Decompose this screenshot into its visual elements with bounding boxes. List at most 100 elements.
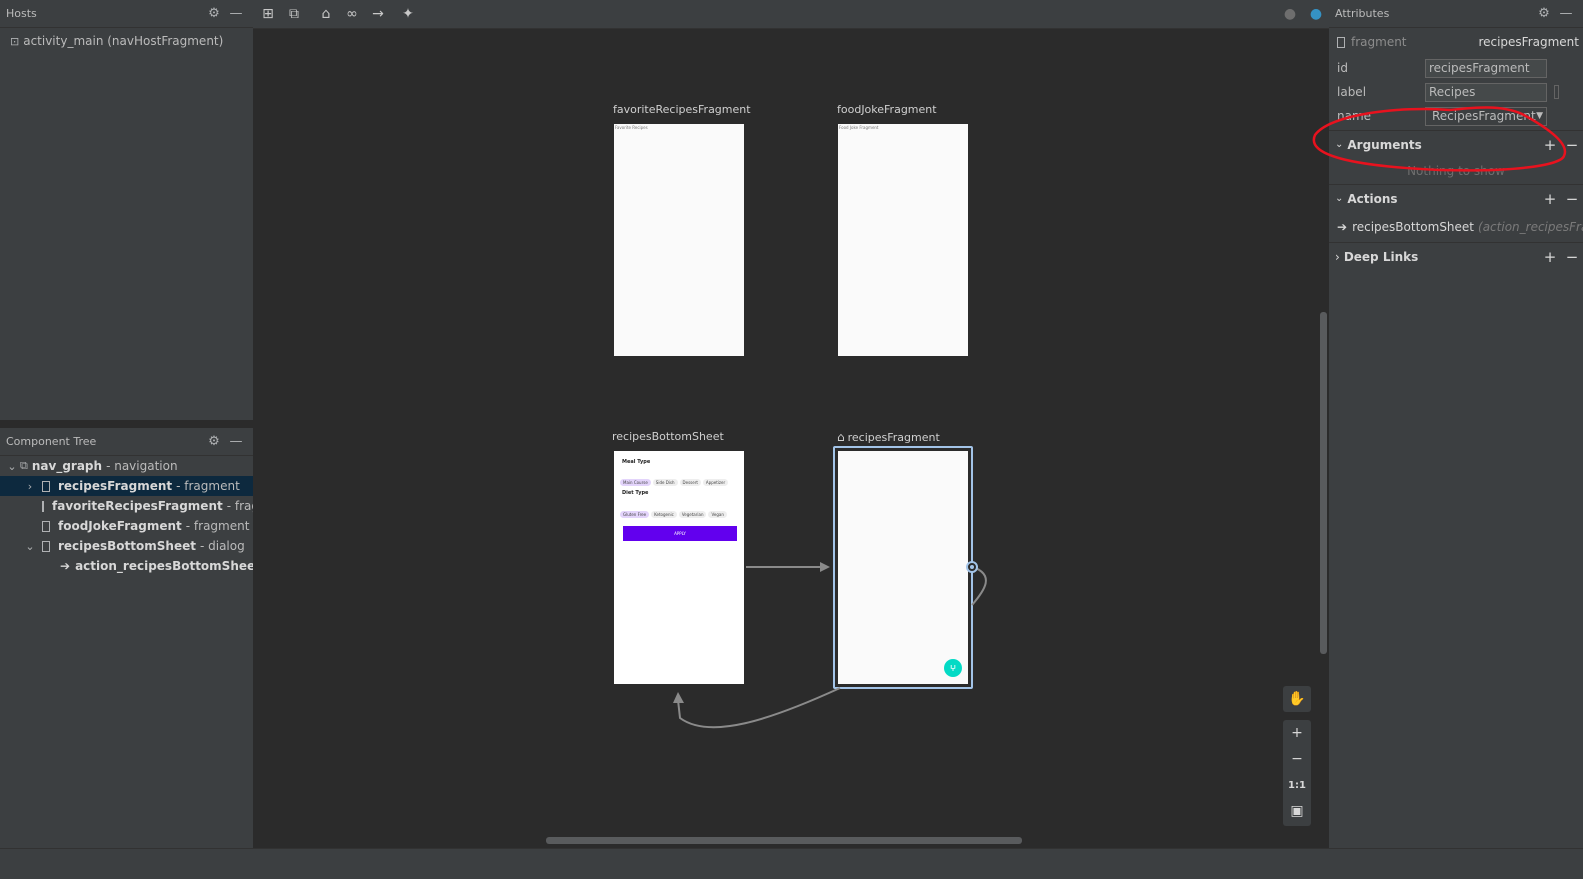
gear-icon[interactable]: ⚙: [1533, 6, 1555, 21]
nav-canvas[interactable]: [253, 29, 1329, 848]
chevron-right-icon[interactable]: ›: [1335, 250, 1340, 264]
label-field[interactable]: Recipes: [1425, 82, 1547, 102]
tree-row-favorite-fragment[interactable]: favoriteRecipesFragment - fragme: [0, 496, 278, 516]
tree-row-name: foodJokeFragment: [58, 519, 182, 533]
home-icon: ⌂: [837, 430, 845, 444]
help-icon[interactable]: ●: [1303, 1, 1329, 27]
tree-row-type: - fragment: [185, 519, 250, 533]
add-argument-button[interactable]: +: [1539, 136, 1561, 154]
name-dropdown[interactable]: RecipesFragment ▼: [1425, 106, 1547, 126]
deep-links-section-header[interactable]: › Deep Links + −: [1329, 242, 1583, 270]
action-id: (action_recipesFrag: [1478, 220, 1583, 234]
chevron-down-icon[interactable]: ⌄: [1335, 139, 1343, 150]
tree-row-type: - dialog: [199, 539, 245, 553]
fragment-icon: [42, 540, 50, 552]
deep-link-icon[interactable]: ∞: [339, 1, 365, 27]
component-type-row: fragment recipesFragment: [1329, 28, 1583, 56]
component-tree-panel: Component Tree ⚙ — ⌄ ⧉ nav_graph - navig…: [0, 428, 287, 848]
horizontal-scrollbar[interactable]: [546, 837, 1022, 844]
minimize-icon[interactable]: —: [1555, 6, 1577, 21]
id-field[interactable]: recipesFragment: [1425, 58, 1547, 78]
chevron-down-icon[interactable]: ⌄: [1335, 193, 1343, 204]
tree-row-foodjoke-fragment[interactable]: foodJokeFragment - fragment: [0, 516, 253, 536]
design-toolbar: ⊞ ⧉ ⌂ ∞ → ✦ ● ●: [253, 0, 1329, 29]
info-icon[interactable]: ●: [1277, 1, 1303, 27]
minimize-icon[interactable]: —: [225, 6, 247, 21]
chip[interactable]: Appetizer: [702, 479, 729, 486]
nav-graph-icon: ⧉: [20, 459, 28, 472]
fit-screen-icon[interactable]: ▣: [1283, 798, 1311, 824]
vertical-scrollbar[interactable]: [1320, 312, 1327, 654]
minimize-icon[interactable]: —: [225, 434, 247, 449]
fragment-icon: [1337, 36, 1345, 48]
tree-row-recipes-bottom-sheet[interactable]: ⌄ recipesBottomSheet - dialog: [0, 536, 253, 556]
tree-row-name: recipesBottomSheet: [58, 539, 196, 553]
actions-section-header[interactable]: ⌄ Actions + −: [1329, 184, 1583, 212]
tree-row-action[interactable]: ➔ action_recipesBottomSheet_to_: [0, 556, 287, 576]
chip[interactable]: Vegetarian: [678, 511, 707, 518]
destination-label: recipesFragment: [847, 430, 940, 444]
action-list-item[interactable]: ➔ recipesBottomSheet (action_recipesFrag: [1329, 212, 1583, 242]
chip[interactable]: Ketogenic: [651, 511, 677, 518]
apply-button-label: APPLY: [674, 531, 686, 536]
hand-icon[interactable]: ✋: [1283, 686, 1311, 712]
diet-chip-group: Gluten Free Ketogenic Vegetarian Vegan: [620, 505, 729, 519]
destination-food-joke[interactable]: Food Joke Fragment: [838, 124, 968, 356]
chip[interactable]: Gluten Free: [620, 511, 650, 518]
gear-icon[interactable]: ⚙: [203, 6, 225, 21]
fab-button[interactable]: ⵖ: [944, 659, 962, 677]
restaurant-icon: ⵖ: [949, 663, 956, 673]
new-destination-icon[interactable]: ⊞: [255, 1, 281, 27]
chevron-down-icon[interactable]: ⌄: [4, 460, 20, 473]
resource-picker-button[interactable]: [1554, 85, 1559, 99]
id-label: id: [1337, 61, 1348, 75]
arguments-section-header[interactable]: ⌄ Arguments + −: [1329, 130, 1583, 158]
gear-icon[interactable]: ⚙: [203, 434, 225, 449]
hosts-header: Hosts ⚙ —: [0, 0, 253, 28]
destination-label: favoriteRecipesFragment: [613, 103, 751, 116]
component-tree-title: Component Tree: [6, 435, 97, 448]
remove-deep-link-button[interactable]: −: [1561, 248, 1583, 266]
zoom-out-icon[interactable]: −: [1283, 746, 1311, 772]
destination-recipes-bottom-sheet[interactable]: Meal Type Main Course Side Dish Dessert App…: [614, 451, 744, 684]
zoom-actual-size-button[interactable]: 1:1: [1283, 772, 1311, 798]
component-type-label: fragment: [1351, 35, 1407, 49]
apply-button[interactable]: APPLY: [623, 526, 737, 541]
tree-row-recipes-fragment[interactable]: › recipesFragment - fragment: [0, 476, 253, 496]
nested-graph-icon[interactable]: ⧉: [281, 1, 307, 27]
zoom-in-icon[interactable]: +: [1283, 720, 1311, 746]
arguments-empty-text: Nothing to show: [1407, 164, 1505, 178]
chevron-right-icon[interactable]: ›: [22, 480, 38, 493]
tree-row-name: nav_graph: [31, 459, 103, 473]
destination-label: foodJokeFragment: [837, 103, 937, 116]
chip[interactable]: Side Dish: [652, 479, 678, 486]
tree-row-type: - navigation: [106, 459, 178, 473]
label-row: label Recipes: [1329, 80, 1583, 104]
auto-arrange-icon[interactable]: ✦: [395, 1, 421, 27]
meal-type-heading: Meal Type: [622, 459, 651, 465]
destination-favorite-recipes[interactable]: Favorite Recipes: [614, 124, 744, 356]
tree-row-name: recipesFragment: [58, 479, 173, 493]
label-label: label: [1337, 85, 1367, 99]
destination-recipes-fragment[interactable]: ⵖ: [838, 451, 968, 684]
chip[interactable]: Vegan: [708, 511, 727, 518]
add-deep-link-button[interactable]: +: [1539, 248, 1561, 266]
remove-action-button[interactable]: −: [1561, 190, 1583, 208]
component-tree-header: Component Tree ⚙ —: [0, 428, 253, 456]
action-destination: recipesBottomSheet: [1352, 220, 1475, 234]
layout-icon: ⊡: [10, 34, 20, 48]
chip[interactable]: Main Course: [620, 479, 651, 486]
status-bar: [0, 848, 1583, 879]
host-item[interactable]: ⊡ activity_main (navHostFragment): [0, 31, 253, 51]
add-action-button[interactable]: +: [1539, 190, 1561, 208]
name-label: name: [1337, 109, 1372, 123]
home-icon[interactable]: ⌂: [313, 1, 339, 27]
chevron-down-icon[interactable]: ⌄: [22, 540, 38, 553]
fragment-icon: [42, 500, 44, 512]
remove-argument-button[interactable]: −: [1561, 136, 1583, 154]
chip[interactable]: Dessert: [679, 479, 701, 486]
arrow-right-icon: ➔: [60, 559, 71, 573]
tree-row-nav-graph[interactable]: ⌄ ⧉ nav_graph - navigation: [0, 456, 253, 476]
arrow-right-icon: ➔: [1337, 220, 1348, 234]
action-arrow-icon[interactable]: →: [365, 1, 391, 27]
